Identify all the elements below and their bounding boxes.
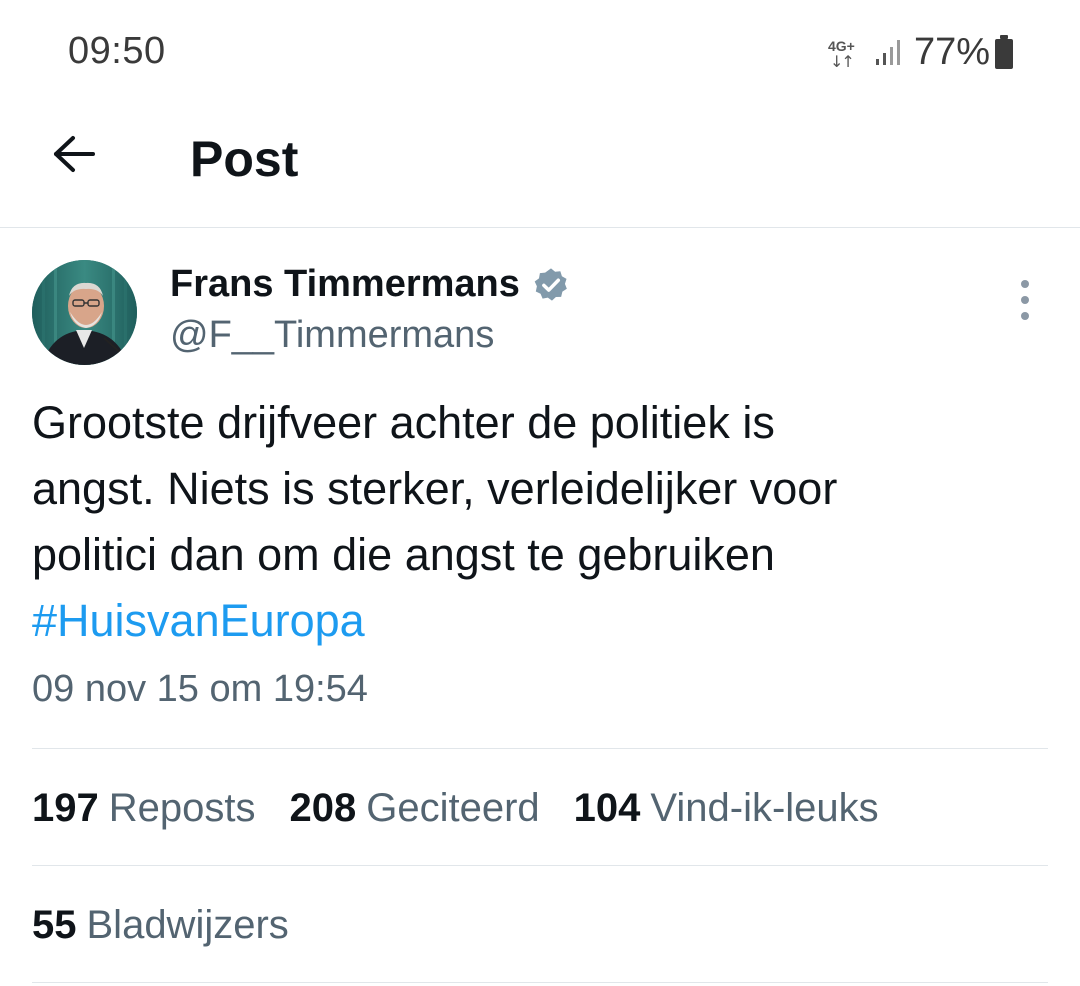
arrow-left-icon (54, 136, 95, 172)
hashtag-link[interactable]: #HuisvanEuropa (32, 588, 1042, 654)
quotes-label: Geciteerd (366, 786, 540, 830)
reposts-stat[interactable]: 197 Reposts (32, 786, 256, 831)
network-4g-icon: 4G+ ↓↑ (826, 32, 862, 72)
page-title: Post (190, 131, 299, 187)
more-dot-icon (1021, 312, 1029, 320)
reposts-count: 197 (32, 786, 99, 830)
more-dot-icon (1021, 280, 1029, 288)
divider (32, 748, 1048, 749)
engagement-stats: 197 Reposts 208 Geciteerd 104 Vind-ik-leuks (32, 786, 913, 831)
post-text-line: Grootste drijfveer achter de politiek is (32, 397, 775, 448)
status-time: 09:50 (68, 30, 166, 72)
verified-badge-icon[interactable] (532, 266, 570, 304)
quotes-count: 208 (289, 786, 357, 830)
avatar[interactable] (32, 260, 137, 365)
likes-label: Vind-ik-leuks (650, 786, 879, 830)
status-icons: 4G+ ↓↑ 77% (826, 28, 1014, 76)
network-arrows: ↓↑ (829, 52, 855, 71)
signal-icon (875, 40, 900, 65)
battery-icon (995, 35, 1013, 69)
bookmarks-count: 55 (32, 903, 77, 947)
more-dot-icon (1021, 296, 1029, 304)
avatar-photo (32, 260, 137, 365)
divider (32, 982, 1048, 983)
post-timestamp[interactable]: 09 nov 15 om 19:54 (32, 668, 368, 711)
bookmarks-stat[interactable]: 55 Bladwijzers (32, 903, 289, 948)
post-text-line: politici dan om die angst te gebruiken (32, 529, 775, 580)
reposts-label: Reposts (108, 786, 256, 830)
post-text: Grootste drijfveer achter de politiek is… (32, 390, 1042, 654)
status-bar: 09:50 4G+ ↓↑ 77% (0, 0, 1080, 100)
author-name-row: Frans Timmermans (170, 263, 570, 306)
author-handle[interactable]: @F__Timmermans (170, 314, 494, 357)
likes-stat[interactable]: 104 Vind-ik-leuks (574, 786, 879, 831)
more-options-button[interactable] (1010, 280, 1040, 320)
post-text-line: angst. Niets is sterker, verleidelijker … (32, 463, 838, 514)
quotes-stat[interactable]: 208 Geciteerd (290, 786, 540, 831)
divider (32, 865, 1048, 866)
battery-percentage: 77% (913, 30, 990, 73)
top-app-bar: Post (0, 100, 1080, 228)
likes-count: 104 (573, 786, 641, 830)
back-button[interactable] (44, 124, 104, 184)
author-name[interactable]: Frans Timmermans (170, 263, 520, 306)
bookmarks-label: Bladwijzers (86, 903, 289, 947)
